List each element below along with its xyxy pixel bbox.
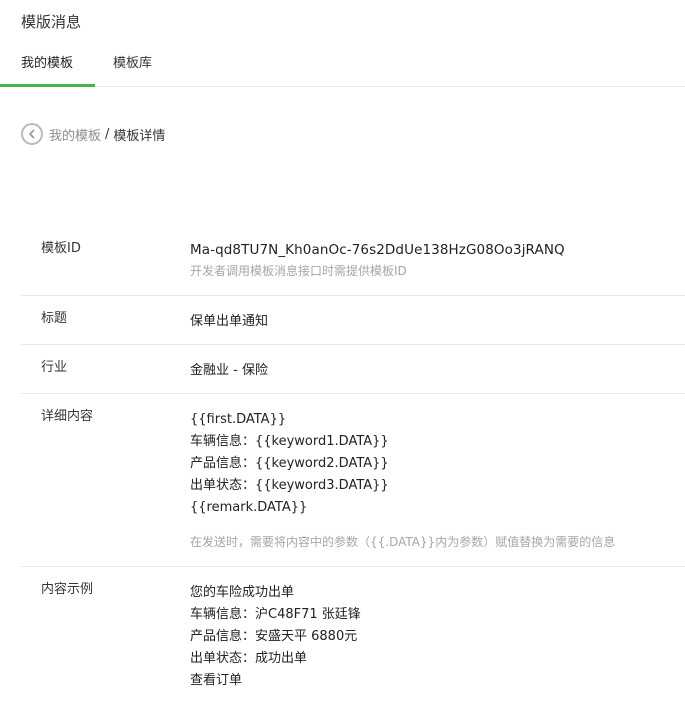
example-line: 出单状态：成功出单 <box>190 651 308 666</box>
template-id-value-cell: Ma-qd8TU7N_Kh0anOc-76s2DdUe138HzG08Oo3jR… <box>190 226 685 281</box>
template-id-hint: 开发者调用模板消息接口时需提供模板ID <box>190 264 407 278</box>
example-value-cell: 您的车险成功出单 车辆信息：沪C48F71 张廷锋 产品信息：安盛天平 6880… <box>190 567 685 692</box>
tab-my-templates[interactable]: 我的模板 <box>21 54 73 86</box>
content-hint: 在发送时，需要将内容中的参数（{{.DATA}}内为参数）赋值替换为需要的信息 <box>190 535 616 549</box>
title-value-cell: 保单出单通知 <box>190 296 685 333</box>
detail-row-title: 标题 保单出单通知 <box>21 296 685 345</box>
industry-value-cell: 金融业 - 保险 <box>190 345 685 382</box>
template-id-label: 模板ID <box>41 241 81 256</box>
example-line: 查看订单 <box>190 673 243 688</box>
title-label: 标题 <box>41 311 68 326</box>
industry-value: 金融业 - 保险 <box>190 363 268 378</box>
content-line: 车辆信息：{{keyword1.DATA}} <box>190 434 389 449</box>
detail-row-content: 详细内容 {{first.DATA}} 车辆信息：{{keyword1.DATA… <box>21 394 685 567</box>
content-label: 详细内容 <box>41 409 94 424</box>
breadcrumb-separator: / <box>105 126 110 142</box>
example-line: 您的车险成功出单 <box>190 585 295 600</box>
tab-template-library[interactable]: 模板库 <box>113 54 152 86</box>
example-line: 产品信息：安盛天平 6880元 <box>190 629 358 644</box>
breadcrumb: 我的模板 / 模板详情 <box>21 121 165 147</box>
tab-bar: 我的模板 模板库 <box>0 54 685 87</box>
content-line: 产品信息：{{keyword2.DATA}} <box>190 456 389 471</box>
content-value-cell: {{first.DATA}} 车辆信息：{{keyword1.DATA}} 产品… <box>190 394 685 552</box>
chevron-left-circle-icon[interactable] <box>21 123 43 145</box>
template-detail-page: 模版消息 我的模板 模板库 我的模板 / 模板详情 模板ID Ma-qd8TU7… <box>0 0 685 718</box>
active-tab-indicator <box>0 84 95 87</box>
detail-row-example: 内容示例 您的车险成功出单 车辆信息：沪C48F71 张廷锋 产品信息：安盛天平… <box>21 567 685 717</box>
content-line: {{first.DATA}} <box>190 412 287 427</box>
detail-row-industry: 行业 金融业 - 保险 <box>21 345 685 394</box>
example-label: 内容示例 <box>41 582 94 597</box>
breadcrumb-parent-link[interactable]: 我的模板 <box>49 125 101 144</box>
page-title: 模版消息 <box>21 13 82 31</box>
breadcrumb-current: 模板详情 <box>113 128 166 144</box>
template-detail-table: 模板ID Ma-qd8TU7N_Kh0anOc-76s2DdUe138HzG08… <box>21 226 685 717</box>
title-value: 保单出单通知 <box>190 314 269 329</box>
template-id-value: Ma-qd8TU7N_Kh0anOc-76s2DdUe138HzG08Oo3jR… <box>190 242 565 258</box>
industry-label: 行业 <box>41 360 68 375</box>
content-line: {{remark.DATA}} <box>190 500 308 515</box>
example-line: 车辆信息：沪C48F71 张廷锋 <box>190 607 361 622</box>
content-line: 出单状态：{{keyword3.DATA}} <box>190 478 389 493</box>
detail-row-template-id: 模板ID Ma-qd8TU7N_Kh0anOc-76s2DdUe138HzG08… <box>21 226 685 296</box>
